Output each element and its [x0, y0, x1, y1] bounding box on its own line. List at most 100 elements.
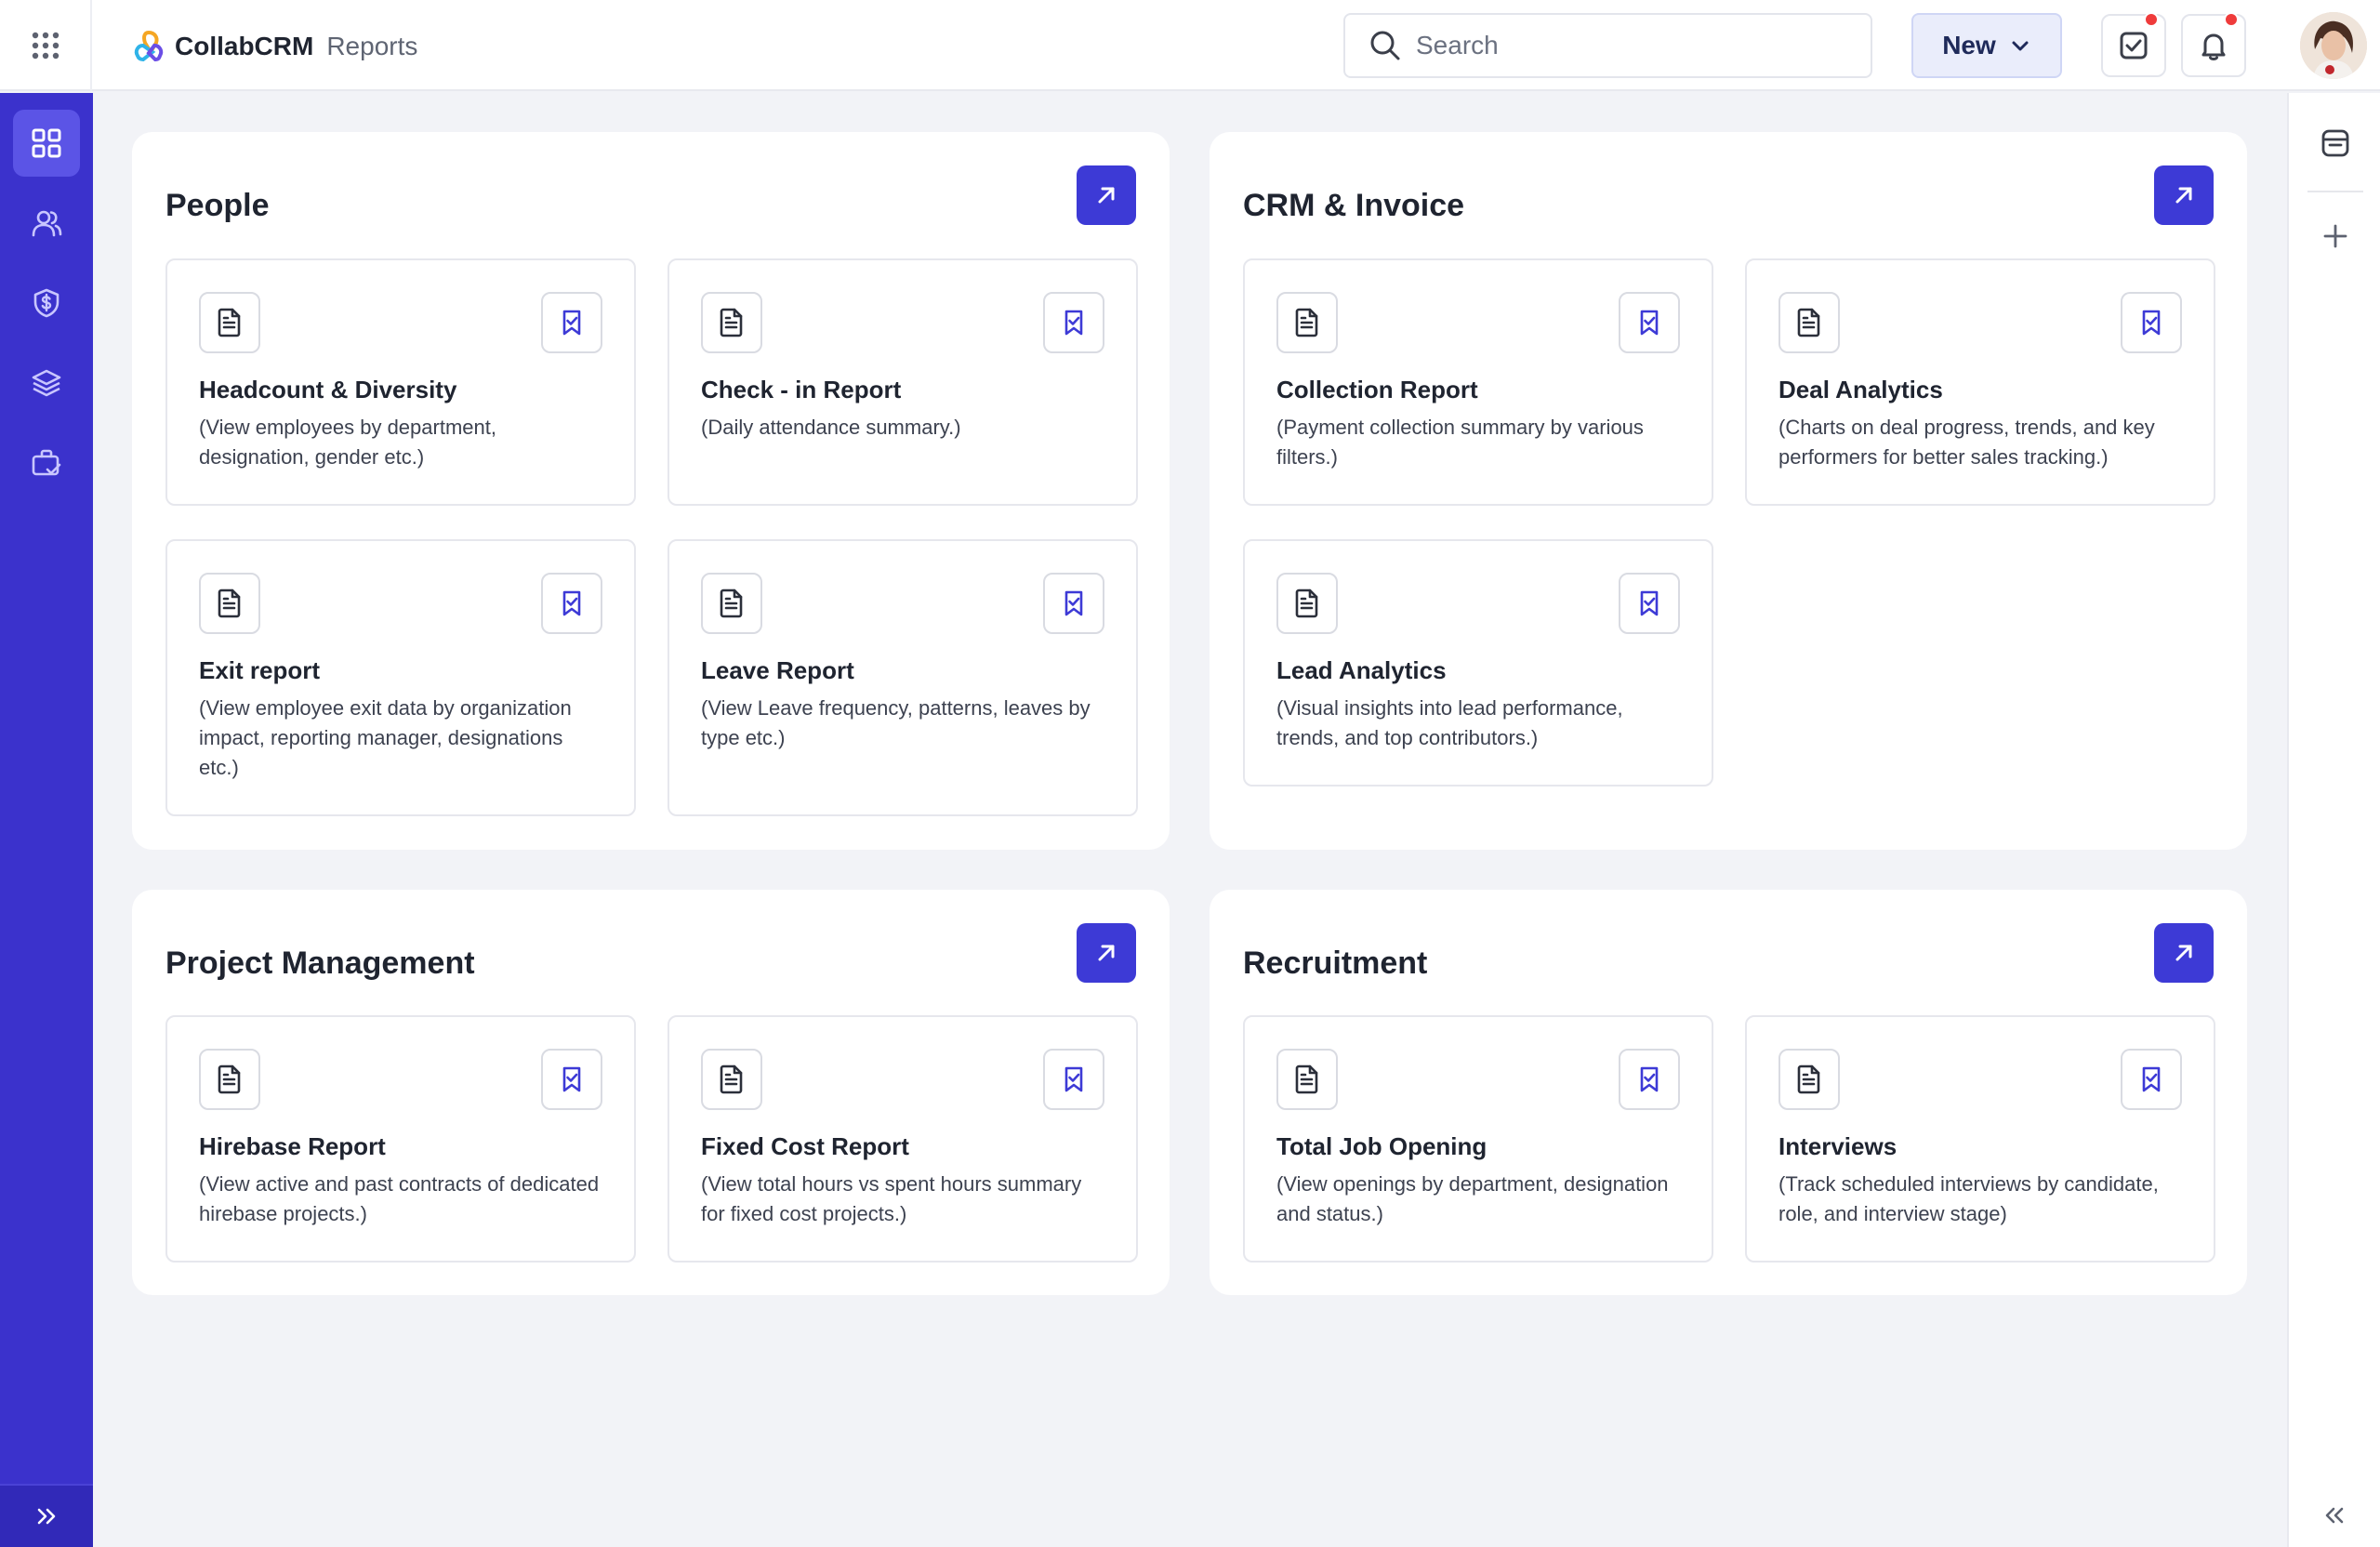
section-crm-invoice: CRM & Invoice Collection Report (Payment…: [1210, 132, 2247, 850]
left-sidebar: [0, 93, 93, 1547]
bookmark-check-icon: [562, 590, 581, 616]
double-chevron-right-icon: [37, 1508, 56, 1525]
arrow-up-right-icon: [2175, 187, 2192, 204]
document-icon: [199, 292, 260, 353]
bookmark-button[interactable]: [541, 292, 602, 353]
bookmark-check-icon: [1064, 310, 1083, 336]
briefcase-check-icon: [32, 449, 61, 476]
search-input[interactable]: [1416, 31, 1844, 60]
sidebar-item-people[interactable]: [13, 190, 80, 257]
bookmark-button[interactable]: [1043, 573, 1104, 634]
card-title: Fixed Cost Report: [701, 1132, 909, 1160]
document-icon: [701, 1049, 762, 1110]
report-card[interactable]: Total Job Opening (View openings by depa…: [1243, 1015, 1713, 1263]
document-icon: [199, 1049, 260, 1110]
card-description: (Charts on deal progress, trends, and ke…: [1778, 416, 2155, 469]
add-button[interactable]: [2313, 214, 2358, 258]
report-card[interactable]: Lead Analytics (Visual insights into lea…: [1243, 539, 1713, 787]
report-card[interactable]: Check - in Report (Daily attendance summ…: [668, 258, 1138, 506]
arrow-up-right-icon: [1098, 945, 1115, 961]
open-section-button[interactable]: [1077, 165, 1136, 225]
report-card[interactable]: Exit report (View employee exit data by …: [165, 539, 636, 816]
new-button-label: New: [1942, 31, 1996, 60]
card-title: Check - in Report: [701, 376, 902, 403]
section-project-management: Project Management Hirebase Report (View…: [132, 890, 1170, 1295]
bookmark-button[interactable]: [541, 1049, 602, 1110]
apps-grid-button[interactable]: [0, 0, 92, 91]
bookmark-button[interactable]: [2121, 292, 2182, 353]
document-icon: [1276, 1049, 1338, 1110]
bookmark-button[interactable]: [1619, 573, 1680, 634]
bookmark-button[interactable]: [1043, 292, 1104, 353]
bookmark-check-icon: [562, 1066, 581, 1092]
card-description: (View Leave frequency, patterns, leaves …: [701, 696, 1091, 749]
document-icon: [1778, 1049, 1840, 1110]
notes-button[interactable]: [2313, 121, 2358, 165]
search-icon: [1370, 31, 1400, 60]
report-card[interactable]: Headcount & Diversity (View employees by…: [165, 258, 636, 506]
card-title: Exit report: [199, 656, 321, 684]
right-rail: [2287, 93, 2380, 1547]
card-title: Lead Analytics: [1276, 656, 1447, 684]
report-card[interactable]: Hirebase Report (View active and past co…: [165, 1015, 636, 1263]
arrow-up-right-icon: [2175, 945, 2192, 961]
report-card[interactable]: Interviews (Track scheduled interviews b…: [1745, 1015, 2215, 1263]
card-title: Total Job Opening: [1276, 1132, 1488, 1160]
note-icon: [2321, 129, 2349, 157]
bookmark-button[interactable]: [1619, 1049, 1680, 1110]
top-bar: CollabCRM Reports New: [0, 0, 2380, 91]
shield-dollar-icon: [33, 288, 60, 318]
bookmark-check-icon: [1064, 590, 1083, 616]
arrow-up-right-icon: [1098, 187, 1115, 204]
section-title: Project Management: [165, 945, 475, 981]
bookmark-check-icon: [1064, 1066, 1083, 1092]
sidebar-expand-button[interactable]: [0, 1484, 93, 1547]
notifications-button[interactable]: [2181, 12, 2246, 77]
open-section-button[interactable]: [1077, 923, 1136, 983]
bookmark-button[interactable]: [541, 573, 602, 634]
document-icon: [701, 292, 762, 353]
bookmark-button[interactable]: [1619, 292, 1680, 353]
report-card[interactable]: Collection Report (Payment collection su…: [1243, 258, 1713, 506]
user-avatar-image: [2300, 12, 2367, 79]
brand-logo-icon: [134, 30, 164, 62]
layers-icon: [32, 369, 61, 397]
sidebar-item-recruitment[interactable]: [13, 430, 80, 496]
new-button[interactable]: New: [1911, 13, 2062, 78]
sidebar-item-projects[interactable]: [13, 350, 80, 416]
plus-icon: [2323, 224, 2347, 248]
bookmark-check-icon: [2142, 310, 2161, 336]
notification-dot: [2224, 12, 2239, 27]
section-recruitment: Recruitment Total Job Opening (View open…: [1210, 890, 2247, 1295]
open-section-button[interactable]: [2154, 165, 2214, 225]
card-title: Interviews: [1778, 1132, 1897, 1160]
rail-divider: [2307, 191, 2363, 192]
rail-collapse-button[interactable]: [2289, 1484, 2380, 1547]
bookmark-check-icon: [1640, 590, 1659, 616]
page-title: Reports: [326, 32, 418, 60]
report-card[interactable]: Leave Report (View Leave frequency, patt…: [668, 539, 1138, 816]
section-title: Recruitment: [1243, 945, 1428, 981]
bookmark-check-icon: [2142, 1066, 2161, 1092]
open-section-button[interactable]: [2154, 923, 2214, 983]
report-card[interactable]: Deal Analytics (Charts on deal progress,…: [1745, 258, 2215, 506]
bookmark-button[interactable]: [1043, 1049, 1104, 1110]
brand-name: CollabCRM: [175, 32, 314, 60]
bookmark-button[interactable]: [2121, 1049, 2182, 1110]
brand[interactable]: CollabCRM Reports: [130, 28, 417, 65]
apps-grid-icon: [32, 32, 59, 60]
document-icon: [1276, 573, 1338, 634]
document-icon: [1276, 292, 1338, 353]
sidebar-item-finance[interactable]: [13, 270, 80, 337]
report-card[interactable]: Fixed Cost Report (View total hours vs s…: [668, 1015, 1138, 1263]
notification-dot: [2144, 12, 2159, 27]
document-icon: [701, 573, 762, 634]
card-title: Headcount & Diversity: [199, 376, 457, 403]
card-title: Deal Analytics: [1778, 376, 1943, 403]
search-box[interactable]: [1343, 13, 1872, 78]
sidebar-item-dashboard[interactable]: [13, 110, 80, 177]
tasks-button[interactable]: [2101, 12, 2166, 77]
card-title: Collection Report: [1276, 376, 1478, 403]
double-chevron-left-icon: [2325, 1507, 2344, 1524]
avatar[interactable]: [2300, 12, 2367, 79]
